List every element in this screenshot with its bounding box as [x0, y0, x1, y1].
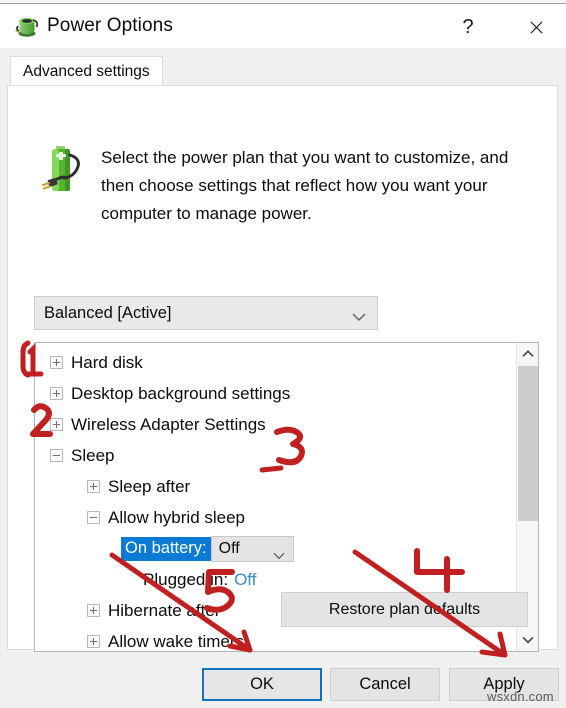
tree-item-label: Allow wake timers: [108, 631, 245, 651]
dialog-body: Advanced settings Select the power plan: [0, 48, 566, 708]
help-button[interactable]: ?: [447, 8, 489, 46]
expander-plus-icon[interactable]: [50, 387, 63, 400]
power-plan-icon: [14, 13, 40, 39]
expander-plus-icon[interactable]: [87, 635, 100, 648]
tree-item-allow-hybrid-sleep[interactable]: Allow hybrid sleep: [35, 502, 516, 533]
expander-plus-icon[interactable]: [50, 356, 63, 369]
tab-advanced-settings[interactable]: Advanced settings: [10, 56, 163, 86]
on-battery-dropdown[interactable]: Off: [210, 535, 294, 562]
tree-item-label: Sleep: [71, 445, 115, 465]
ok-button[interactable]: OK: [202, 668, 322, 701]
scrollbar-thumb[interactable]: [518, 366, 538, 521]
tree-item-label: Desktop background settings: [71, 383, 291, 403]
window-title: Power Options: [47, 15, 173, 36]
close-icon: [529, 20, 543, 34]
tree-item-hard-disk[interactable]: Hard disk: [35, 347, 516, 378]
expander-plus-icon[interactable]: [87, 604, 100, 617]
panel-description: Select the power plan that you want to c…: [101, 148, 509, 223]
tree-item-label: Hibernate after: [108, 600, 221, 620]
expander-plus-icon[interactable]: [87, 480, 100, 493]
close-button[interactable]: [515, 8, 557, 46]
scroll-up-icon[interactable]: [517, 343, 538, 365]
advanced-settings-panel: Select the power plan that you want to c…: [7, 85, 558, 652]
expander-minus-icon[interactable]: [50, 449, 63, 462]
tree-item-allow-wake-timers[interactable]: Allow wake timers: [35, 626, 516, 651]
tree-item-label: Allow hybrid sleep: [108, 507, 246, 527]
tree-item-sleep[interactable]: Sleep: [35, 440, 516, 471]
tree-item-label: Wireless Adapter Settings: [71, 414, 266, 434]
title-bar: Power Options ?: [0, 4, 566, 48]
tab-strip: Advanced settings: [7, 56, 558, 86]
cancel-button[interactable]: Cancel: [330, 668, 440, 701]
plugged-in-value[interactable]: Off: [234, 570, 256, 590]
watermark: wsxdn.com: [487, 689, 554, 704]
plugged-in-label: Plugged in:: [143, 569, 229, 589]
tree-item-sleep-after[interactable]: Sleep after: [35, 471, 516, 502]
power-options-window: Power Options ? Advanced settings Select…: [0, 0, 566, 708]
on-battery-value: Off: [218, 539, 240, 557]
setting-on-battery[interactable]: On battery: Off: [35, 533, 516, 564]
restore-plan-defaults-button[interactable]: Restore plan defaults: [281, 592, 528, 627]
scroll-down-icon[interactable]: [517, 629, 538, 651]
power-plan-value: Balanced [Active]: [44, 303, 172, 322]
tree-item-wireless-adapter-settings[interactable]: Wireless Adapter Settings: [35, 409, 516, 440]
chevron-down-icon: [273, 545, 285, 559]
tree-item-desktop-background-settings[interactable]: Desktop background settings: [35, 378, 516, 409]
battery-plug-icon: [40, 141, 88, 197]
power-plan-select[interactable]: Balanced [Active]: [34, 296, 378, 330]
chevron-down-icon: [352, 309, 366, 321]
on-battery-label: On battery:: [121, 536, 211, 561]
expander-plus-icon[interactable]: [50, 418, 63, 431]
setting-plugged-in[interactable]: Plugged in: Off: [35, 564, 516, 595]
tree-item-label: Sleep after: [108, 476, 191, 496]
expander-minus-icon[interactable]: [87, 511, 100, 524]
tree-item-label: Hard disk: [71, 352, 143, 372]
